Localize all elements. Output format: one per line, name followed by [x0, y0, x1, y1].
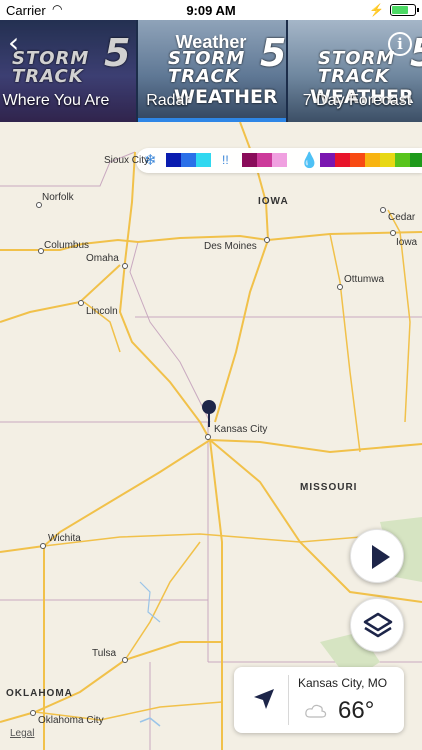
charging-icon: ⚡ — [369, 3, 384, 17]
play-icon — [372, 545, 390, 569]
map-roads — [0, 122, 422, 750]
location-pin-icon[interactable] — [202, 400, 216, 428]
state-label-missouri: MISSOURI — [300, 482, 358, 493]
city-dot — [40, 543, 46, 549]
state-label-oklahoma: OKLAHOMA — [6, 688, 73, 699]
legend-swatch — [320, 153, 335, 167]
city-sioux-city: Sioux City — [104, 155, 150, 166]
current-location-name: Kansas City, MO — [298, 676, 388, 690]
legend-swatch — [335, 153, 350, 167]
status-bar: Carrier ◠ 9:09 AM ⚡ — [0, 0, 422, 20]
location-arrow-icon[interactable] — [252, 687, 276, 711]
city-dot — [390, 230, 396, 236]
legend-swatch — [166, 153, 181, 167]
map-legal-link[interactable]: Legal — [10, 728, 34, 739]
city-iowa: Iowa — [396, 237, 418, 248]
storm-track-logo: STORM TRACK 5 — [168, 31, 286, 87]
page-title: Weather — [175, 32, 247, 52]
city-oklahoma-city: Oklahoma City — [38, 715, 104, 726]
city-dot — [122, 263, 128, 269]
layers-button[interactable] — [350, 598, 404, 652]
legend-swatch — [350, 153, 365, 167]
cloud-icon — [305, 704, 327, 718]
status-time: 9:09 AM — [186, 3, 236, 18]
city-dot — [205, 434, 211, 440]
legend-swatch — [181, 153, 196, 167]
storm-track-logo: STORM TRACK 5 — [318, 34, 422, 87]
tab-radar[interactable]: Radar — [138, 92, 198, 120]
city-columbus: Columbus — [44, 240, 90, 251]
header: STORM TRACK 5 STORM TRACK 5 WEATHER STOR… — [0, 20, 422, 122]
legend-swatch — [410, 153, 422, 167]
radar-legend: ❄ !! 💧 — [136, 148, 422, 173]
city-norfolk: Norfolk — [42, 192, 74, 203]
sleet-icon: !! — [222, 153, 229, 167]
city-lincoln: Lincoln — [86, 306, 118, 317]
legend-swatch — [257, 153, 272, 167]
legend-swatch — [242, 153, 257, 167]
city-dot — [337, 284, 343, 290]
tab-where-you-are[interactable]: Where You Are — [0, 92, 118, 120]
radar-map[interactable]: ❄ !! 💧 IOWA MISSOURI OKLAHOMA Sioux City… — [0, 122, 422, 750]
city-dot — [78, 300, 84, 306]
legend-swatch — [365, 153, 380, 167]
raindrop-icon: 💧 — [300, 152, 319, 169]
current-temperature: 66° — [338, 697, 375, 724]
play-button[interactable] — [350, 529, 404, 583]
legend-swatch — [272, 153, 287, 167]
legend-swatch — [395, 153, 410, 167]
city-dot — [264, 237, 270, 243]
city-des-moines: Des Moines — [204, 241, 257, 252]
legend-swatch — [380, 153, 395, 167]
state-label-iowa: IOWA — [258, 196, 289, 207]
city-dot — [380, 207, 386, 213]
city-dot — [122, 657, 128, 663]
city-kansas-city: Kansas City — [214, 424, 268, 435]
city-tulsa: Tulsa — [92, 648, 117, 659]
layers-icon — [363, 612, 393, 638]
current-location-card[interactable]: Kansas City, MO 66° — [234, 667, 404, 733]
city-dot — [30, 710, 36, 716]
battery-icon — [390, 4, 419, 16]
legend-swatch — [196, 153, 211, 167]
city-cedar: Cedar — [388, 212, 416, 223]
city-wichita: Wichita — [48, 533, 81, 544]
info-icon[interactable]: i — [388, 32, 412, 56]
city-ottumwa: Ottumwa — [344, 274, 385, 285]
city-omaha: Omaha — [86, 253, 119, 264]
tab-7-day-forecast[interactable]: 7 Day Forecast — [292, 92, 422, 120]
